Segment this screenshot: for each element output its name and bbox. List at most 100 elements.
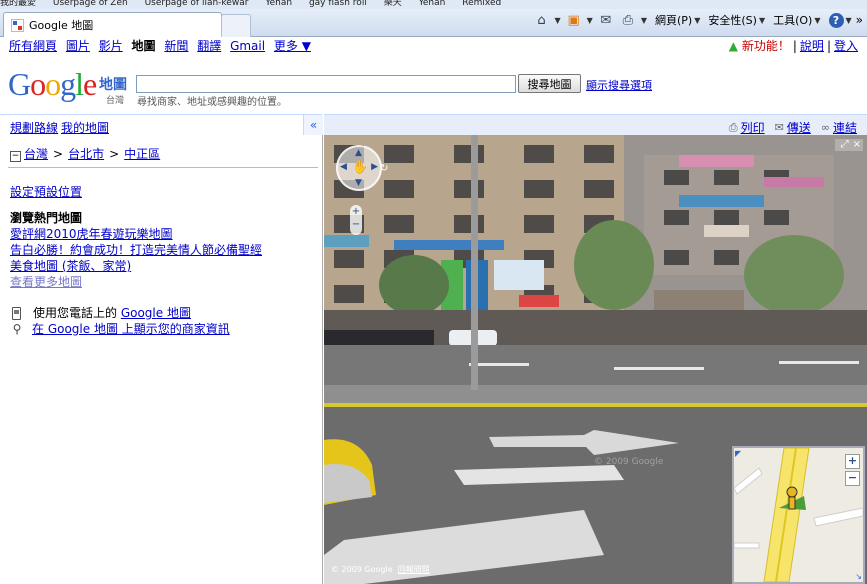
nav-link-more[interactable]: 更多 ▼ [274,39,311,53]
home-icon[interactable]: ⌂ [533,12,551,28]
more-maps-link[interactable]: 查看更多地圖 [10,275,82,289]
nav-link-video[interactable]: 影片 [99,39,123,53]
pan-down-icon[interactable]: ▼ [355,178,362,188]
nav-link-news[interactable]: 新聞 [164,39,188,53]
left-panel-header: 規劃路線 我的地圖 « [0,114,323,136]
pan-right-icon[interactable]: ▶ [371,162,378,172]
mini-map-zoom-in-icon[interactable]: + [845,454,860,469]
signin-link[interactable]: 登入 [834,39,858,53]
breadcrumb-item[interactable]: 台灣 [24,147,48,161]
report-problem-link[interactable]: 回報問題 [398,565,430,574]
chevron-down-icon: ▼ [814,15,821,25]
mobile-phone-icon [12,306,21,320]
send-action[interactable]: ✉ 傳送 [775,119,811,136]
new-features-link[interactable]: 新功能！ [742,39,790,53]
mini-map-zoom-out-icon[interactable]: − [845,471,860,486]
breadcrumb-item[interactable]: 台北市 [68,147,104,161]
street-view-zoom-control[interactable]: + − [350,205,362,235]
pan-up-icon[interactable]: ▲ [355,148,362,158]
popular-map-link[interactable]: 美食地圖 (茶飯、家常) [10,259,131,273]
send-link[interactable]: 傳送 [787,119,811,136]
zoom-in-icon[interactable]: + [350,205,362,218]
search-maps-button[interactable]: 搜尋地圖 [518,74,581,93]
print-action[interactable]: ⎙ 列印 [729,119,765,136]
nav-link-web[interactable]: 所有網頁 [9,39,57,53]
popular-map-link[interactable]: 愛評網2010虎年春遊玩樂地圖 [10,227,173,241]
set-default-location-link[interactable]: 設定預設位置 [10,183,82,200]
link-link[interactable]: 連結 [833,119,857,136]
copyright-text: © 2009 Google [331,565,393,574]
google-logo-text: Google [8,66,97,102]
favorites-item[interactable]: Userpage of lian-kewar [145,0,249,8]
popular-map-link[interactable]: 告白必勝！約會成功！打造完美情人節必備聖經 [10,243,262,257]
collapse-minus-icon[interactable]: − [10,151,21,162]
street-view-watermark: © 2009 Google [594,457,664,467]
nav-link-images[interactable]: 圖片 [66,39,90,53]
divider [8,167,318,168]
show-search-options-link[interactable]: 顯示搜尋選項 [586,77,652,93]
tools-menu-label: 工具(O) [773,14,813,27]
favorites-item[interactable]: Remixed [462,0,501,8]
separator: | [826,39,831,53]
nav-link-gmail[interactable]: Gmail [230,39,265,53]
favorites-item[interactable]: 我的最愛 [0,0,36,8]
google-favicon-icon [11,18,24,32]
favorites-item[interactable]: Userpage of Zen [53,0,128,8]
search-input[interactable] [136,75,516,93]
command-bar-overflow[interactable]: » [856,13,863,27]
printer-icon: ⎙ [728,120,738,134]
left-panel: − 台灣 > 台北市 > 中正區 設定預設位置 瀏覽熱門地圖 愛評網2010虎年春遊玩樂地… [0,135,323,584]
nav-link-translate[interactable]: 翻譯 [197,39,221,53]
street-view-panorama[interactable]: ⤢ × ▲ ▼ ◀ ▶ ✋ ↻ + − © 2009 Google © 2009 … [324,135,867,584]
logo-maps-label: 地圖 [99,77,127,93]
mini-map-toggle-icon[interactable]: ↘ [855,572,862,581]
help-link[interactable]: 說明 [800,39,824,53]
street-view-copyright: © 2009 Google 回報問題 [331,564,430,575]
collapse-panel-button[interactable]: « [303,115,323,135]
mini-map-resize-icon[interactable]: ◤ [735,449,741,458]
street-view-mini-map[interactable]: + − ◤ ↘ [732,446,865,584]
mail-icon[interactable]: ✉ [597,12,615,28]
search-hint: 尋找商家、地址或感興趣的位置。 [137,97,287,108]
envelope-icon: ✉ [774,121,784,134]
favorites-item[interactable]: gay flash roll [309,0,367,8]
rotate-icon[interactable]: ↻ [380,163,388,174]
logo-region-label: 台灣 [106,96,125,106]
rss-dropdown-chevron-icon[interactable]: ▼ [587,16,593,25]
zoom-out-icon[interactable]: − [350,218,362,231]
map-pin-icon: ⚲ [12,322,22,336]
rss-icon[interactable]: ▣ [565,12,583,28]
chevron-down-icon: ▼ [758,15,766,25]
breadcrumb-item[interactable]: 中正區 [124,147,160,161]
print-link[interactable]: 列印 [741,119,765,136]
get-directions-link[interactable]: 規劃路線 [10,119,58,136]
popular-maps-title: 瀏覽熱門地圖 [10,211,83,225]
street-view-pan-control[interactable]: ▲ ▼ ◀ ▶ ✋ [336,145,382,191]
link-action[interactable]: ∞ 連結 [821,119,857,136]
printer-icon[interactable]: ⎙ [619,12,637,28]
street-view-close-button[interactable]: ⤢ × [835,139,863,151]
print-dropdown-chevron-icon[interactable]: ▼ [641,16,647,25]
pan-left-icon[interactable]: ◀ [340,162,347,172]
favorites-item[interactable]: Yehan [419,0,446,8]
new-tab-button[interactable] [221,14,251,37]
separator: | [792,39,797,53]
page-menu-button[interactable]: 網頁(P) ▼ [655,12,700,28]
list-business-link[interactable]: 在 Google 地圖 上顯示您的商家資訊 [32,321,230,337]
google-maps-mobile-link[interactable]: Google 地圖 [121,305,191,321]
popular-maps-list: 愛評網2010虎年春遊玩樂地圖 告白必勝！約會成功！打造完美情人節必備聖經 美食… [10,226,262,290]
help-menu-button[interactable]: ? ▼ [828,12,852,28]
breadcrumb-separator: > [53,147,64,161]
favorites-item[interactable]: Yehan [265,0,292,8]
google-maps-logo[interactable]: Google 地圖 台灣 [8,66,133,106]
browser-tab-active[interactable]: Google 地圖 [3,12,222,37]
my-maps-link[interactable]: 我的地圖 [61,119,109,136]
home-dropdown-chevron-icon[interactable]: ▼ [555,16,561,25]
nav-current-maps: 地圖 [131,39,156,53]
promo-links: 使用您電話上的 Google 地圖 ⚲ 在 Google 地圖 上顯示您的商家資… [12,305,230,337]
favorites-bar: 我的最愛 Userpage of Zen Userpage of lian-ke… [0,0,867,9]
map-header-bar: ⎙ 列印 ✉ 傳送 ∞ 連結 [324,114,867,135]
safety-menu-button[interactable]: 安全性(S) ▼ [708,12,765,28]
tools-menu-button[interactable]: 工具(O) ▼ [773,12,820,28]
favorites-item[interactable]: 樂天 [384,0,402,8]
